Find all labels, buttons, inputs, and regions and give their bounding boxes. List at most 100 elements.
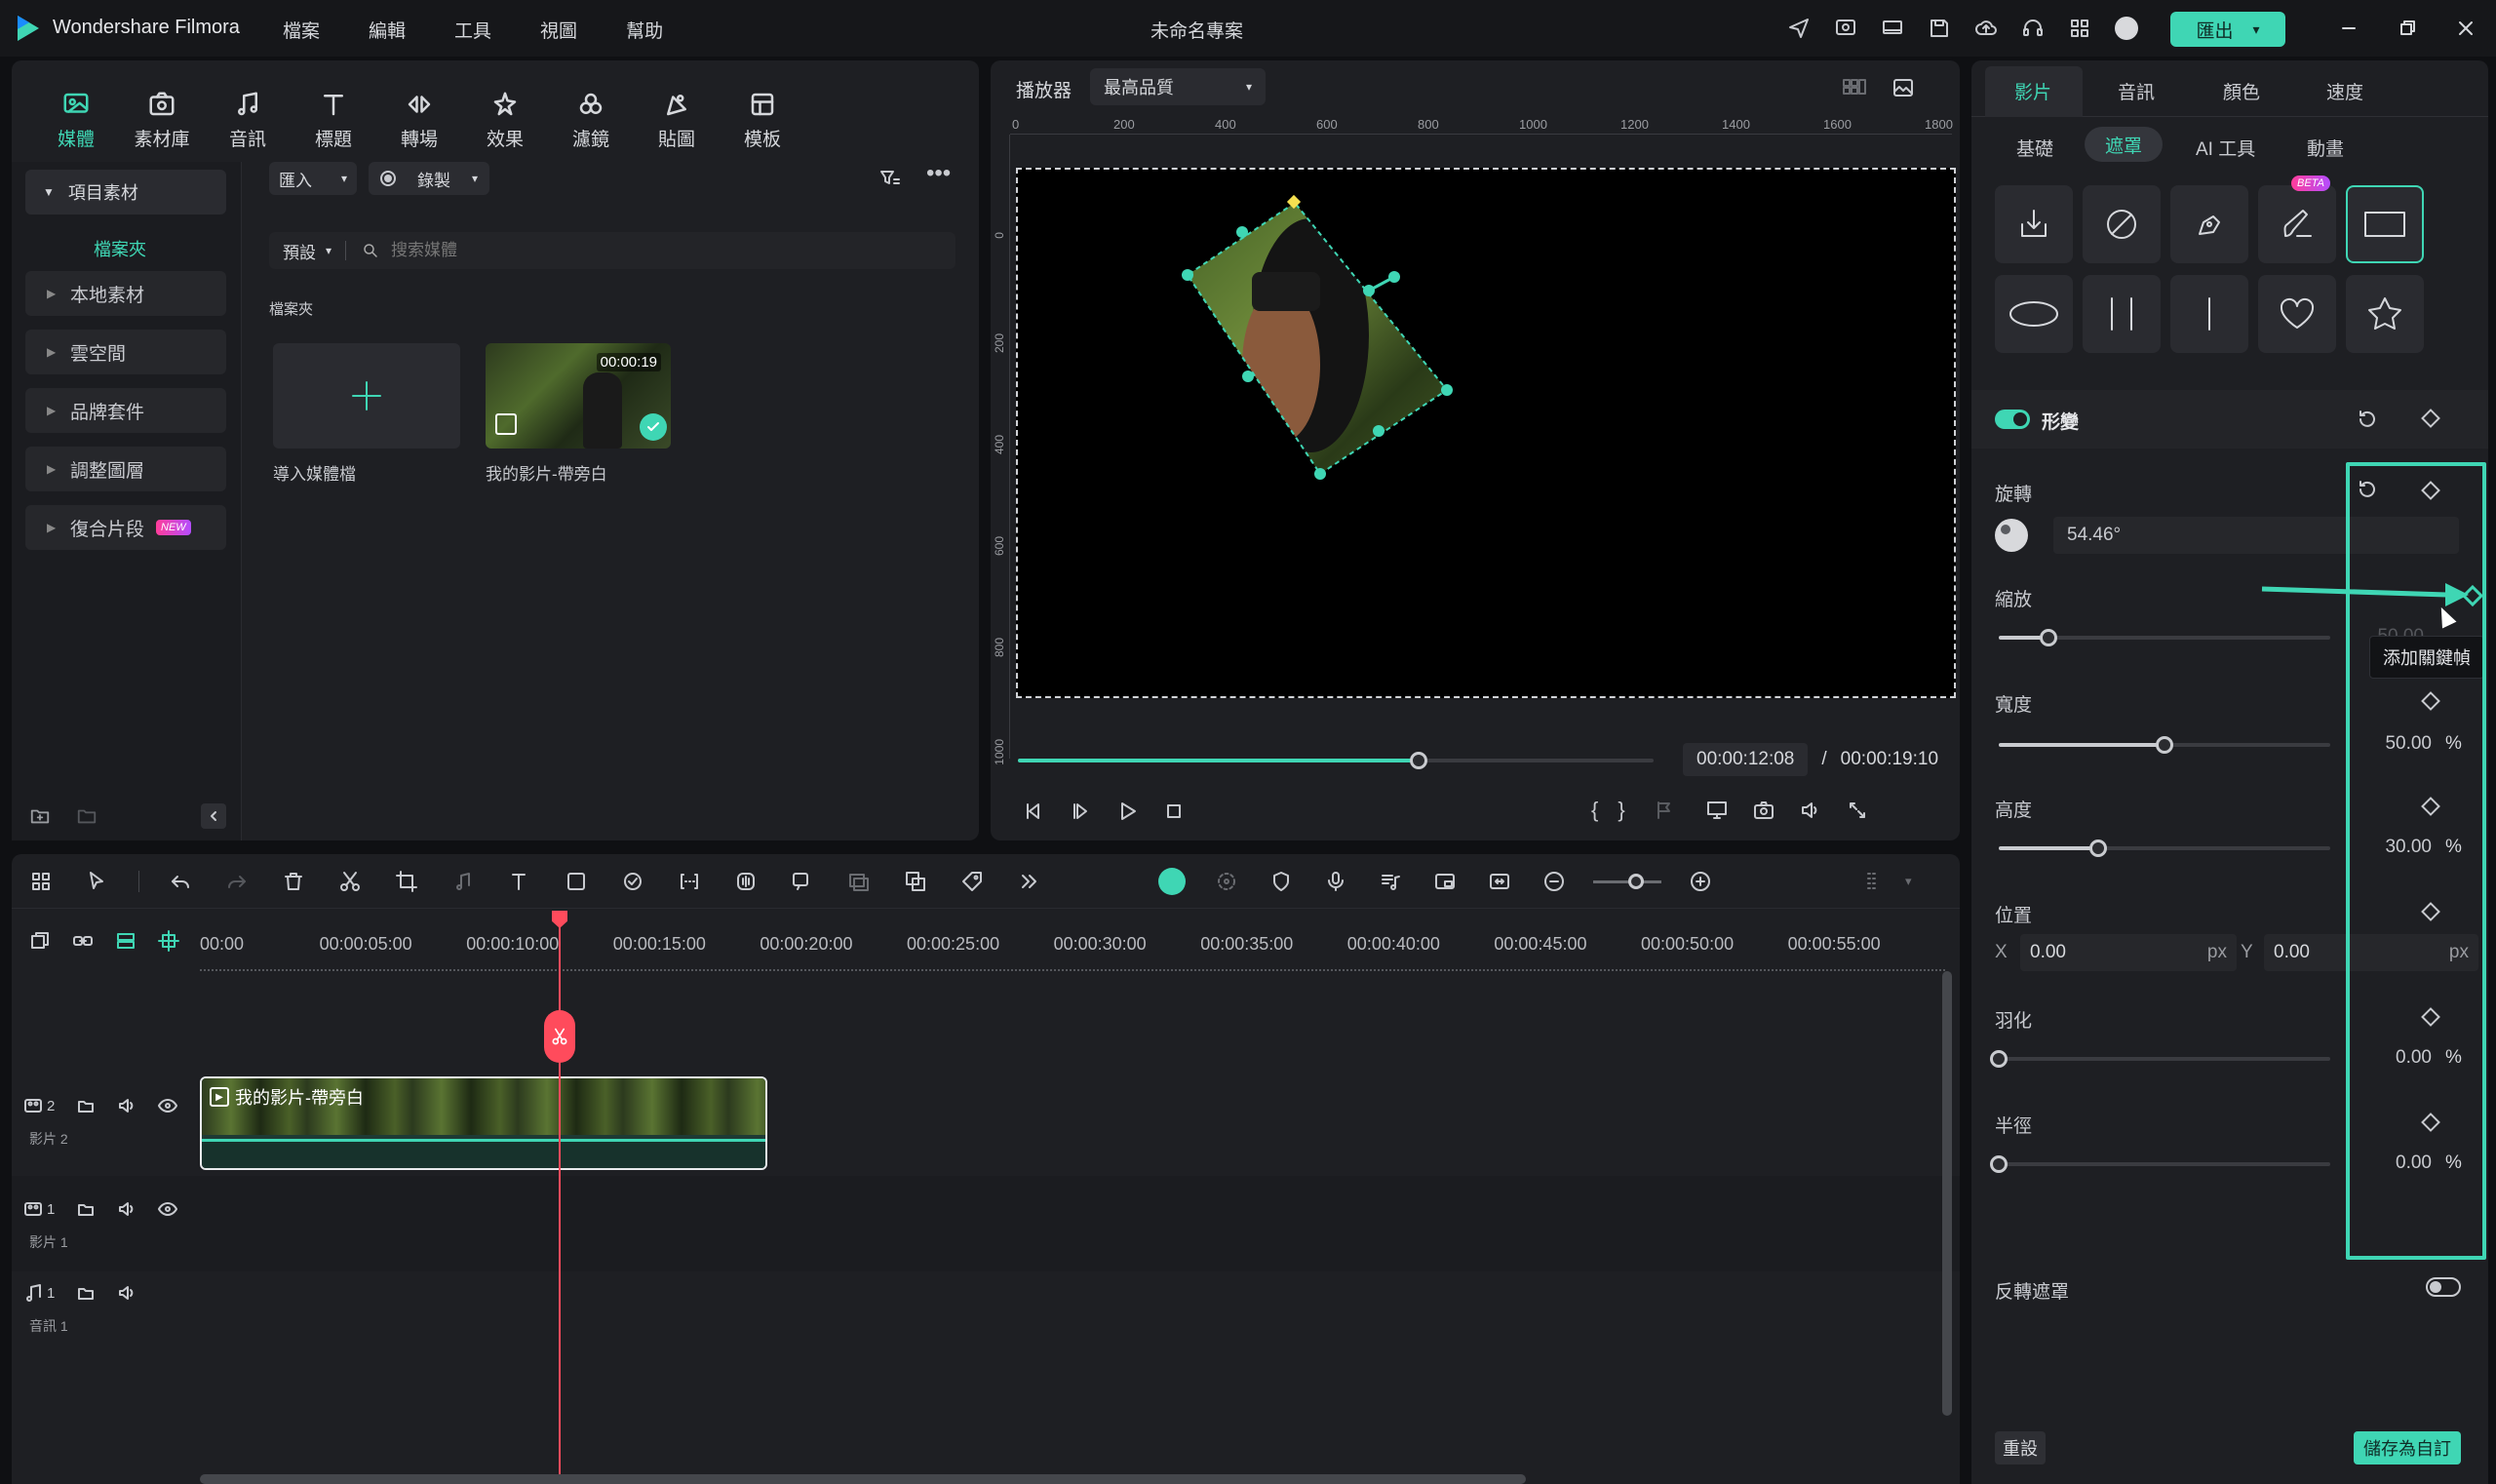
undo-icon[interactable] bbox=[165, 866, 196, 897]
audio-wave-icon[interactable] bbox=[730, 866, 761, 897]
tag-icon[interactable] bbox=[956, 866, 988, 897]
fit-icon[interactable] bbox=[1484, 866, 1515, 897]
shield-icon[interactable] bbox=[1266, 866, 1297, 897]
cloud-upload-icon[interactable] bbox=[1971, 14, 2001, 43]
subtab-animation[interactable]: 動畫 bbox=[2307, 135, 2344, 161]
mask-star[interactable] bbox=[2346, 275, 2424, 353]
music-list-icon[interactable] bbox=[1375, 866, 1406, 897]
scissors-icon[interactable] bbox=[334, 866, 366, 897]
mark-out-icon[interactable]: } bbox=[1618, 798, 1624, 823]
speaker-icon[interactable] bbox=[117, 1096, 136, 1115]
collapse-panel-button[interactable] bbox=[201, 803, 226, 829]
feather-slider-track[interactable] bbox=[1999, 1057, 2330, 1061]
mask-rectangle[interactable] bbox=[2346, 185, 2424, 263]
new-folder-icon[interactable] bbox=[25, 801, 55, 831]
select-pointer-icon[interactable] bbox=[82, 866, 113, 897]
sidebar-item-brand-kit[interactable]: ▶ 品牌套件 bbox=[25, 388, 226, 433]
ai-cutout-icon[interactable] bbox=[617, 866, 648, 897]
translate-icon[interactable] bbox=[900, 866, 931, 897]
toolbar-media[interactable]: 媒體 bbox=[33, 80, 119, 158]
shape-icon[interactable] bbox=[561, 866, 592, 897]
speech-icon[interactable] bbox=[787, 866, 818, 897]
export-button[interactable]: 匯出 ▾ bbox=[2170, 12, 2285, 47]
screen-record-icon[interactable] bbox=[1831, 14, 1860, 43]
menu-help[interactable]: 幫助 bbox=[626, 17, 663, 43]
folder-lock-icon[interactable] bbox=[76, 1283, 96, 1303]
preview-canvas[interactable] bbox=[1016, 168, 1956, 698]
auto-ripple-icon[interactable] bbox=[111, 926, 140, 956]
next-frame-icon[interactable] bbox=[1067, 798, 1094, 825]
layout-icon[interactable] bbox=[25, 866, 57, 897]
text-tool-icon[interactable] bbox=[504, 866, 535, 897]
transform-toggle[interactable] bbox=[1995, 410, 2030, 429]
toolbar-template[interactable]: 模板 bbox=[720, 80, 805, 158]
mask-import[interactable] bbox=[1995, 185, 2073, 263]
invert-mask-toggle[interactable] bbox=[2426, 1277, 2461, 1297]
rotate-dial[interactable] bbox=[1995, 519, 2028, 552]
toolbar-title[interactable]: 標題 bbox=[291, 80, 376, 158]
tab-color[interactable]: 顏色 bbox=[2223, 78, 2260, 104]
headset-icon[interactable] bbox=[2018, 14, 2048, 43]
display-icon[interactable] bbox=[1703, 799, 1731, 822]
width-slider-knob[interactable] bbox=[2156, 736, 2173, 754]
mask-pen[interactable] bbox=[2170, 185, 2248, 263]
send-icon[interactable] bbox=[1784, 14, 1814, 43]
audio-edit-icon[interactable] bbox=[448, 866, 479, 897]
monitor-icon[interactable] bbox=[1878, 14, 1907, 43]
speaker-icon[interactable] bbox=[117, 1283, 136, 1303]
prev-frame-icon[interactable] bbox=[1020, 798, 1047, 825]
timeline-vscroll[interactable] bbox=[1942, 971, 1952, 1416]
stop-icon[interactable] bbox=[1160, 798, 1188, 825]
filter-sort-icon[interactable] bbox=[876, 164, 905, 193]
mask-ellipse[interactable] bbox=[1995, 275, 2073, 353]
zoom-slider[interactable] bbox=[1593, 873, 1661, 890]
media-search-input[interactable] bbox=[391, 241, 782, 260]
mask-double-line[interactable] bbox=[2083, 275, 2161, 353]
mark-in-icon[interactable]: { bbox=[1591, 798, 1598, 823]
zoom-out-icon[interactable] bbox=[1539, 866, 1570, 897]
tab-speed[interactable]: 速度 bbox=[2326, 78, 2363, 104]
subtab-basic[interactable]: 基礎 bbox=[2016, 135, 2053, 161]
sort-dropdown[interactable]: 預設 ▾ bbox=[269, 239, 345, 263]
sidebar-item-local[interactable]: ▶ 本地素材 bbox=[25, 271, 226, 316]
crop-icon[interactable] bbox=[391, 866, 422, 897]
more-tools-icon[interactable] bbox=[1013, 866, 1044, 897]
subtab-ai-tools[interactable]: AI 工具 bbox=[2196, 135, 2255, 161]
tab-video[interactable]: 影片 bbox=[2014, 78, 2051, 104]
folder-icon[interactable] bbox=[72, 801, 101, 831]
sidebar-item-cloud[interactable]: ▶ 雲空間 bbox=[25, 330, 226, 374]
volume-icon[interactable] bbox=[1797, 799, 1824, 822]
redo-icon[interactable] bbox=[221, 866, 253, 897]
zoom-in-icon[interactable] bbox=[1685, 866, 1716, 897]
track-view-toggle[interactable]: ▾ bbox=[1858, 866, 1912, 897]
save-icon[interactable] bbox=[1925, 14, 1954, 43]
restore-icon[interactable] bbox=[2393, 14, 2422, 43]
sidebar-item-adjustment-layer[interactable]: ▶ 調整圖層 bbox=[25, 447, 226, 491]
sidebar-item-compound-clip[interactable]: ▶ 復合片段 NEW bbox=[25, 505, 226, 550]
avatar[interactable] bbox=[2112, 14, 2141, 43]
close-icon[interactable] bbox=[2451, 14, 2480, 43]
folder-lock-icon[interactable] bbox=[76, 1199, 96, 1219]
menu-tools[interactable]: 工具 bbox=[454, 17, 491, 43]
link-icon[interactable] bbox=[68, 926, 98, 956]
toolbar-library[interactable]: 素材庫 bbox=[119, 80, 205, 158]
toolbar-audio[interactable]: 音訊 bbox=[205, 80, 291, 158]
position-x-input[interactable]: 0.00 px bbox=[2020, 934, 2237, 971]
radius-slider-knob[interactable] bbox=[1990, 1155, 2008, 1173]
toolbar-filter[interactable]: 濾鏡 bbox=[548, 80, 634, 158]
tab-audio[interactable]: 音訊 bbox=[2118, 78, 2155, 104]
reset-button[interactable]: 重設 bbox=[1995, 1431, 2046, 1464]
fullscreen-icon[interactable] bbox=[1844, 800, 1871, 821]
timeline-hscroll[interactable] bbox=[200, 1474, 1526, 1484]
sidebar-project-media[interactable]: ▼ 項目素材 bbox=[25, 170, 226, 215]
camera-icon[interactable] bbox=[1750, 799, 1777, 822]
folder-lock-icon[interactable] bbox=[76, 1096, 96, 1115]
import-media-tile[interactable] bbox=[273, 343, 460, 449]
media-clip-thumbnail[interactable]: 00:00:19 bbox=[486, 343, 671, 449]
subtab-mask[interactable]: 遮罩 bbox=[2085, 127, 2163, 162]
more-options-icon[interactable]: ••• bbox=[926, 160, 951, 187]
height-slider-knob[interactable] bbox=[2089, 840, 2107, 857]
import-dropdown[interactable]: 匯入 ▾ bbox=[269, 162, 357, 195]
marker-icon[interactable] bbox=[1645, 800, 1684, 821]
mask-none[interactable] bbox=[2083, 185, 2161, 263]
